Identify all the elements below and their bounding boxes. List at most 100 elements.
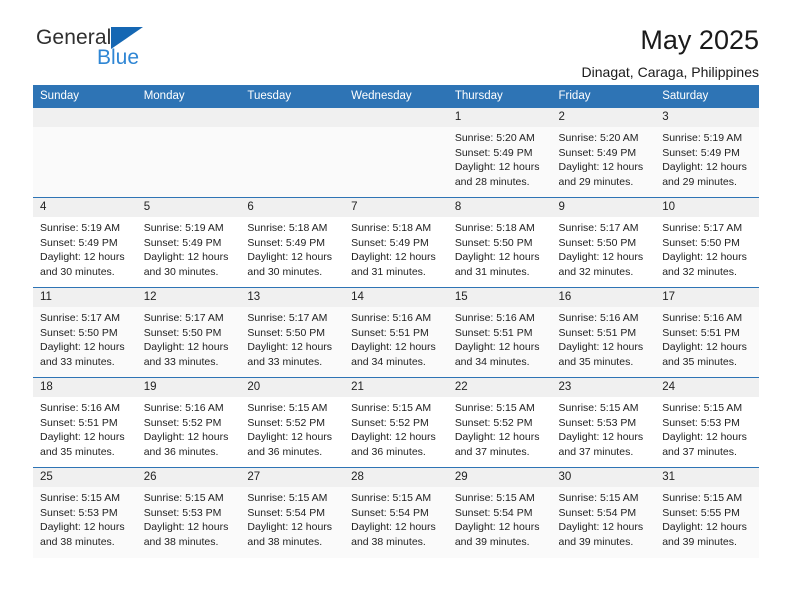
daylight-text: Daylight: 12 hours and 34 minutes. bbox=[454, 341, 540, 368]
sunrise-text: Sunrise: 5:15 AM bbox=[247, 492, 328, 504]
day-number: 26 bbox=[136, 468, 241, 487]
sunrise-text: Sunrise: 5:17 AM bbox=[40, 312, 120, 324]
sunset-text: Sunset: 5:50 PM bbox=[40, 326, 118, 339]
calendar-week-row: 18 Sunrise: 5:16 AM Sunset: 5:51 PM Dayligh… bbox=[33, 377, 759, 468]
day-number: 25 bbox=[33, 468, 137, 487]
calendar-day-cell[interactable]: 30 Sunrise: 5:15 AM Sunset: 5:54 PM Dayligh… bbox=[551, 467, 656, 558]
day-number: 23 bbox=[551, 378, 656, 397]
calendar-day-cell[interactable]: 7 Sunrise: 5:18 AM Sunset: 5:49 PM Daylight… bbox=[344, 197, 448, 288]
general-blue-logo[interactable]: General Blue bbox=[36, 26, 216, 76]
sunrise-text: Sunrise: 5:16 AM bbox=[558, 312, 639, 324]
sunset-text: Sunset: 5:53 PM bbox=[143, 506, 222, 519]
calendar-day-cell[interactable]: 18 Sunrise: 5:16 AM Sunset: 5:51 PM Dayligh… bbox=[33, 377, 137, 468]
daylight-text: Daylight: 12 hours and 29 minutes. bbox=[662, 161, 747, 188]
sunset-text: Sunset: 5:51 PM bbox=[351, 326, 429, 339]
calendar-day-cell[interactable]: 24 Sunrise: 5:15 AM Sunset: 5:53 PM Dayligh… bbox=[655, 377, 759, 468]
day-details: Sunrise: 5:15 AM Sunset: 5:54 PM Daylight:… bbox=[552, 487, 656, 549]
day-details: Sunrise: 5:15 AM Sunset: 5:52 PM Daylight:… bbox=[448, 397, 552, 459]
calendar-day-cell[interactable]: 3 Sunrise: 5:19 AM Sunset: 5:49 PM Daylight… bbox=[655, 107, 759, 198]
calendar-day-cell[interactable]: 25 Sunrise: 5:15 AM Sunset: 5:53 PM Dayligh… bbox=[33, 467, 137, 558]
calendar-day-cell[interactable]: 16 Sunrise: 5:16 AM Sunset: 5:51 PM Dayligh… bbox=[551, 287, 656, 378]
sunrise-text: Sunrise: 5:17 AM bbox=[662, 222, 743, 234]
sunset-text: Sunset: 5:49 PM bbox=[351, 236, 429, 249]
calendar-day-cell[interactable]: 12 Sunrise: 5:17 AM Sunset: 5:50 PM Dayligh… bbox=[136, 287, 241, 378]
sunset-text: Sunset: 5:55 PM bbox=[662, 506, 740, 519]
day-details: Sunrise: 5:18 AM Sunset: 5:49 PM Daylight:… bbox=[344, 217, 448, 279]
page-header: General Blue May 2025 Dinagat, Caraga, P… bbox=[33, 0, 759, 80]
day-details: Sunrise: 5:15 AM Sunset: 5:52 PM Daylight:… bbox=[344, 397, 448, 459]
calendar-day-cell[interactable]: 8 Sunrise: 5:18 AM Sunset: 5:50 PM Daylight… bbox=[447, 197, 552, 288]
sunrise-text: Sunrise: 5:15 AM bbox=[351, 402, 432, 414]
sunset-text: Sunset: 5:50 PM bbox=[143, 326, 222, 339]
daylight-text: Daylight: 12 hours and 37 minutes. bbox=[454, 431, 540, 458]
calendar-day-cell[interactable]: 2 Sunrise: 5:20 AM Sunset: 5:49 PM Daylight… bbox=[551, 107, 656, 198]
calendar-day-cell[interactable]: 29 Sunrise: 5:15 AM Sunset: 5:54 PM Dayligh… bbox=[447, 467, 552, 558]
day-number: 2 bbox=[551, 108, 656, 127]
day-number: 9 bbox=[551, 198, 656, 217]
day-details: Sunrise: 5:16 AM Sunset: 5:51 PM Daylight:… bbox=[552, 307, 656, 369]
day-details: Sunrise: 5:16 AM Sunset: 5:52 PM Daylight:… bbox=[137, 397, 241, 459]
calendar-day-cell[interactable]: 11 Sunrise: 5:17 AM Sunset: 5:50 PM Dayligh… bbox=[33, 287, 137, 378]
daylight-text: Daylight: 12 hours and 39 minutes. bbox=[558, 521, 644, 548]
calendar-day-cell[interactable]: 20 Sunrise: 5:15 AM Sunset: 5:52 PM Dayligh… bbox=[240, 377, 345, 468]
daylight-text: Daylight: 12 hours and 35 minutes. bbox=[558, 341, 644, 368]
calendar-day-cell[interactable]: 6 Sunrise: 5:18 AM Sunset: 5:49 PM Daylight… bbox=[240, 197, 345, 288]
day-details: Sunrise: 5:20 AM Sunset: 5:49 PM Daylight:… bbox=[448, 127, 552, 189]
sunrise-text: Sunrise: 5:15 AM bbox=[143, 492, 224, 504]
day-details: Sunrise: 5:16 AM Sunset: 5:51 PM Daylight:… bbox=[33, 397, 137, 459]
sunrise-text: Sunrise: 5:19 AM bbox=[143, 222, 224, 234]
sunrise-text: Sunrise: 5:16 AM bbox=[351, 312, 432, 324]
calendar-day-cell[interactable]: 4 Sunrise: 5:19 AM Sunset: 5:49 PM Daylight… bbox=[33, 197, 137, 288]
day-number bbox=[344, 108, 448, 127]
day-details: Sunrise: 5:15 AM Sunset: 5:53 PM Daylight:… bbox=[655, 397, 759, 459]
day-number: 30 bbox=[551, 468, 656, 487]
day-details: Sunrise: 5:16 AM Sunset: 5:51 PM Daylight:… bbox=[655, 307, 759, 369]
daylight-text: Daylight: 12 hours and 35 minutes. bbox=[40, 431, 125, 458]
calendar-day-cell[interactable]: 1 Sunrise: 5:20 AM Sunset: 5:49 PM Daylight… bbox=[447, 107, 552, 198]
calendar-day-cell[interactable]: 26 Sunrise: 5:15 AM Sunset: 5:53 PM Dayligh… bbox=[136, 467, 241, 558]
calendar-empty-cell bbox=[240, 107, 345, 198]
logo-text-blue: Blue bbox=[97, 46, 140, 69]
day-number: 6 bbox=[240, 198, 345, 217]
calendar-day-cell[interactable]: 13 Sunrise: 5:17 AM Sunset: 5:50 PM Dayligh… bbox=[240, 287, 345, 378]
calendar-day-cell[interactable]: 19 Sunrise: 5:16 AM Sunset: 5:52 PM Dayligh… bbox=[136, 377, 241, 468]
day-details: Sunrise: 5:18 AM Sunset: 5:50 PM Daylight:… bbox=[448, 217, 552, 279]
day-details: Sunrise: 5:15 AM Sunset: 5:52 PM Daylight:… bbox=[240, 397, 344, 459]
day-details: Sunrise: 5:17 AM Sunset: 5:50 PM Daylight:… bbox=[33, 307, 137, 369]
calendar-day-cell[interactable]: 9 Sunrise: 5:17 AM Sunset: 5:50 PM Daylight… bbox=[551, 197, 656, 288]
calendar-day-cell[interactable]: 14 Sunrise: 5:16 AM Sunset: 5:51 PM Dayligh… bbox=[344, 287, 448, 378]
calendar-day-cell[interactable]: 28 Sunrise: 5:15 AM Sunset: 5:54 PM Dayligh… bbox=[344, 467, 448, 558]
day-details: Sunrise: 5:17 AM Sunset: 5:50 PM Daylight:… bbox=[137, 307, 241, 369]
calendar-day-cell[interactable]: 21 Sunrise: 5:15 AM Sunset: 5:52 PM Dayligh… bbox=[344, 377, 448, 468]
daylight-text: Daylight: 12 hours and 33 minutes. bbox=[247, 341, 333, 368]
calendar-day-cell[interactable]: 22 Sunrise: 5:15 AM Sunset: 5:52 PM Dayligh… bbox=[447, 377, 552, 468]
day-number: 3 bbox=[655, 108, 759, 127]
day-number: 13 bbox=[240, 288, 345, 307]
daylight-text: Daylight: 12 hours and 35 minutes. bbox=[662, 341, 747, 368]
day-number: 21 bbox=[344, 378, 448, 397]
calendar-day-cell[interactable]: 15 Sunrise: 5:16 AM Sunset: 5:51 PM Dayligh… bbox=[447, 287, 552, 378]
day-details: Sunrise: 5:15 AM Sunset: 5:53 PM Daylight:… bbox=[33, 487, 137, 549]
calendar-day-cell[interactable]: 27 Sunrise: 5:15 AM Sunset: 5:54 PM Dayligh… bbox=[240, 467, 345, 558]
calendar-day-cell[interactable]: 10 Sunrise: 5:17 AM Sunset: 5:50 PM Dayligh… bbox=[655, 197, 759, 288]
day-number: 18 bbox=[33, 378, 137, 397]
weekday-header-monday: Monday bbox=[136, 85, 241, 108]
day-number: 20 bbox=[240, 378, 345, 397]
sunset-text: Sunset: 5:49 PM bbox=[247, 236, 326, 249]
daylight-text: Daylight: 12 hours and 32 minutes. bbox=[662, 251, 747, 278]
sunrise-sunset-calendar: Sunday Monday Tuesday Wednesday Thursday… bbox=[33, 85, 759, 558]
calendar-day-cell[interactable]: 17 Sunrise: 5:16 AM Sunset: 5:51 PM Dayligh… bbox=[655, 287, 759, 378]
sunset-text: Sunset: 5:53 PM bbox=[40, 506, 118, 519]
sunset-text: Sunset: 5:50 PM bbox=[662, 236, 740, 249]
calendar-day-cell[interactable]: 23 Sunrise: 5:15 AM Sunset: 5:53 PM Dayligh… bbox=[551, 377, 656, 468]
sunset-text: Sunset: 5:53 PM bbox=[558, 416, 637, 429]
daylight-text: Daylight: 12 hours and 31 minutes. bbox=[351, 251, 436, 278]
weekday-header-wednesday: Wednesday bbox=[344, 85, 448, 108]
calendar-day-cell[interactable]: 31 Sunrise: 5:15 AM Sunset: 5:55 PM Dayligh… bbox=[655, 467, 759, 558]
daylight-text: Daylight: 12 hours and 37 minutes. bbox=[558, 431, 644, 458]
sunrise-text: Sunrise: 5:16 AM bbox=[40, 402, 120, 414]
calendar-day-cell[interactable]: 5 Sunrise: 5:19 AM Sunset: 5:49 PM Daylight… bbox=[136, 197, 241, 288]
day-number: 8 bbox=[447, 198, 552, 217]
day-details: Sunrise: 5:18 AM Sunset: 5:49 PM Daylight:… bbox=[240, 217, 344, 279]
day-details: Sunrise: 5:15 AM Sunset: 5:55 PM Daylight:… bbox=[655, 487, 759, 549]
